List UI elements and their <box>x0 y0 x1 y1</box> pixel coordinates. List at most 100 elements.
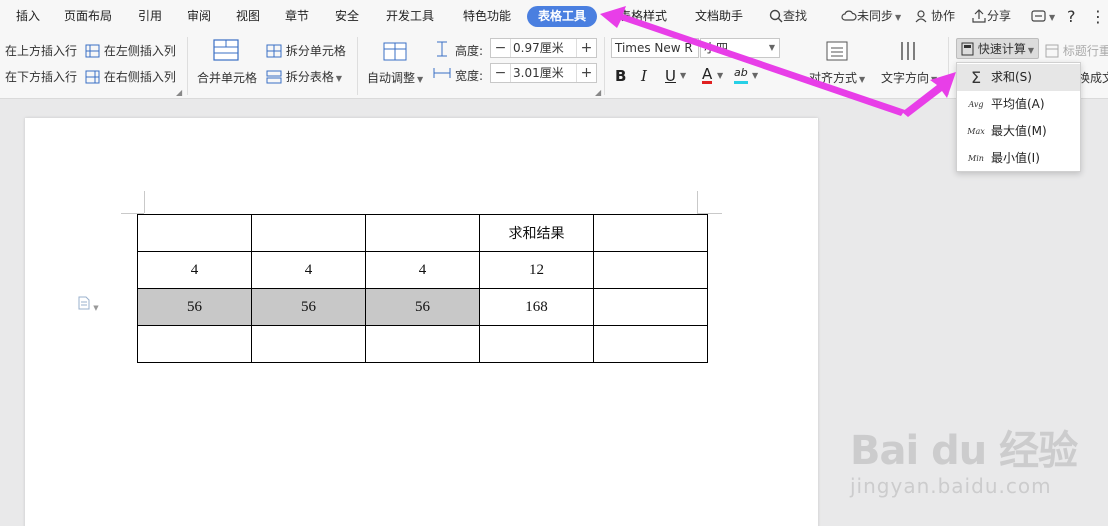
table-cell-selected[interactable]: 56 <box>365 288 480 326</box>
tab-chapter[interactable]: 章节 <box>285 0 309 33</box>
width-decrease-button[interactable]: − <box>491 64 511 82</box>
data-table[interactable]: 求和结果 4 4 4 12 56 56 56 168 <box>137 214 708 363</box>
table-cell-selected[interactable]: 56 <box>251 288 366 326</box>
table-cell-selected[interactable]: 56 <box>137 288 252 326</box>
menu-item-max[interactable]: Max 最大值(M) <box>957 118 1080 145</box>
col-width-icon <box>433 66 451 80</box>
more-dots-icon[interactable]: ⋮ <box>1090 0 1106 33</box>
share-button[interactable]: 分享 <box>971 0 1011 33</box>
text-direction-button[interactable]: 文字方向 ▼ <box>881 69 937 86</box>
insert-col-right-button[interactable]: 在右侧插入列 <box>85 68 176 85</box>
row-height-icon <box>435 41 449 57</box>
sync-label: 未同步 <box>857 9 894 23</box>
table-cell[interactable] <box>593 214 708 252</box>
collab-label: 协作 <box>931 9 956 23</box>
divider <box>357 37 358 95</box>
font-size-value: 小四 <box>704 41 729 55</box>
search-button[interactable]: 查找 <box>769 0 807 33</box>
divider <box>604 37 605 95</box>
tab-developer[interactable]: 开发工具 <box>386 0 434 33</box>
height-decrease-button[interactable]: − <box>491 39 511 57</box>
chevron-down-icon[interactable]: ▼ <box>717 66 723 86</box>
convert-to-text-button[interactable]: 换成文 <box>1078 69 1108 86</box>
chevron-down-icon: ▼ <box>1049 13 1056 22</box>
table-cell[interactable]: 168 <box>479 288 594 326</box>
table-cell[interactable] <box>593 288 708 326</box>
align-icon <box>826 41 848 61</box>
collab-icon <box>915 10 927 23</box>
table-cell[interactable] <box>251 214 366 252</box>
group-expand-icon[interactable]: ◢ <box>595 88 601 97</box>
table-cell[interactable]: 4 <box>251 251 366 289</box>
highlight-icon[interactable]: ab <box>734 66 748 84</box>
font-color-icon[interactable]: A <box>702 66 713 84</box>
font-name-select[interactable]: Times New R <box>611 38 699 58</box>
tab-references[interactable]: 引用 <box>138 0 162 33</box>
title-row-icon <box>1045 44 1059 58</box>
table-cell[interactable] <box>365 325 480 363</box>
min-icon: Min <box>968 154 984 163</box>
italic-icon[interactable]: I <box>641 66 647 86</box>
menu-item-label: 最大值(M) <box>991 124 1047 138</box>
chevron-down-icon[interactable]: ▼ <box>680 66 686 86</box>
tab-review[interactable]: 审阅 <box>187 0 211 33</box>
menu-item-average[interactable]: Avg 平均值(A) <box>957 91 1080 118</box>
group-expand-icon[interactable]: ◢ <box>176 88 182 97</box>
split-cells-button[interactable]: 拆分单元格 <box>266 42 346 59</box>
margin-guide <box>144 191 145 213</box>
tab-features[interactable]: 特色功能 <box>463 0 511 33</box>
bold-icon[interactable]: B <box>615 66 626 86</box>
table-cell[interactable]: 4 <box>137 251 252 289</box>
insert-col-left-button[interactable]: 在左侧插入列 <box>85 42 176 59</box>
chevron-down-icon: ▼ <box>895 13 902 22</box>
tab-view[interactable]: 视图 <box>236 0 260 33</box>
quick-calc-button[interactable]: 快速计算 ▼ <box>956 38 1039 59</box>
auto-fit-label: 自动调整 <box>367 71 416 85</box>
tab-table-style[interactable]: 表格样式 <box>619 0 667 33</box>
table-cell[interactable]: 4 <box>365 251 480 289</box>
table-cell[interactable] <box>593 251 708 289</box>
sync-button[interactable]: 未同步 ▼ <box>841 0 901 33</box>
table-cell[interactable] <box>137 325 252 363</box>
chevron-down-icon[interactable]: ▼ <box>752 66 758 86</box>
auto-fit-button[interactable]: 自动调整 ▼ <box>367 69 423 86</box>
height-stepper[interactable]: − 0.97厘米 + <box>490 38 597 58</box>
more-menu-button[interactable]: ▼ <box>1031 0 1055 33</box>
merge-cells-button[interactable]: 合并单元格 <box>197 69 257 86</box>
tab-table-tools[interactable]: 表格工具 <box>527 6 598 27</box>
table-cell[interactable] <box>137 214 252 252</box>
max-icon: Max <box>967 127 985 136</box>
underline-icon[interactable]: U <box>665 66 676 86</box>
quick-calc-dropdown: Σ 求和(S) Avg 平均值(A) Max 最大值(M) Min 最小值(I) <box>956 62 1081 172</box>
help-button[interactable]: ? <box>1067 0 1076 33</box>
collab-button[interactable]: 协作 <box>915 0 955 33</box>
split-table-label: 拆分表格 <box>285 70 334 84</box>
tab-doc-assistant[interactable]: 文档助手 <box>695 0 743 33</box>
height-increase-button[interactable]: + <box>576 39 596 57</box>
table-cell[interactable] <box>479 325 594 363</box>
width-increase-button[interactable]: + <box>576 64 596 82</box>
tab-insert[interactable]: 插入 <box>16 0 40 33</box>
table-cell[interactable] <box>251 325 366 363</box>
table-cell[interactable] <box>593 325 708 363</box>
table-cell[interactable] <box>365 214 480 252</box>
menu-item-sum[interactable]: Σ 求和(S) <box>957 64 1080 91</box>
insert-row-below-button[interactable]: 在下方插入行 <box>5 68 77 85</box>
share-icon <box>972 9 986 23</box>
table-cell[interactable]: 求和结果 <box>479 214 594 252</box>
tab-page-layout[interactable]: 页面布局 <box>64 0 112 33</box>
repeat-title-row-button[interactable]: 标题行重 <box>1045 42 1108 59</box>
align-button[interactable]: 对齐方式 ▼ <box>809 69 865 86</box>
divider <box>948 37 949 95</box>
width-stepper[interactable]: − 3.01厘米 + <box>490 63 597 83</box>
split-table-button[interactable]: 拆分表格 ▼ <box>266 68 342 85</box>
menu-item-min[interactable]: Min 最小值(I) <box>957 145 1080 172</box>
table-cell[interactable]: 12 <box>479 251 594 289</box>
split-cells-label: 拆分单元格 <box>285 44 346 58</box>
insert-row-above-button[interactable]: 在上方插入行 <box>5 42 77 59</box>
font-size-select[interactable]: 小四 ▼ <box>700 38 780 58</box>
tab-security[interactable]: 安全 <box>335 0 359 33</box>
insert-col-right-icon <box>85 70 100 84</box>
width-value: 3.01厘米 <box>513 66 564 80</box>
paragraph-marker-icon[interactable]: ▼ <box>78 296 99 313</box>
